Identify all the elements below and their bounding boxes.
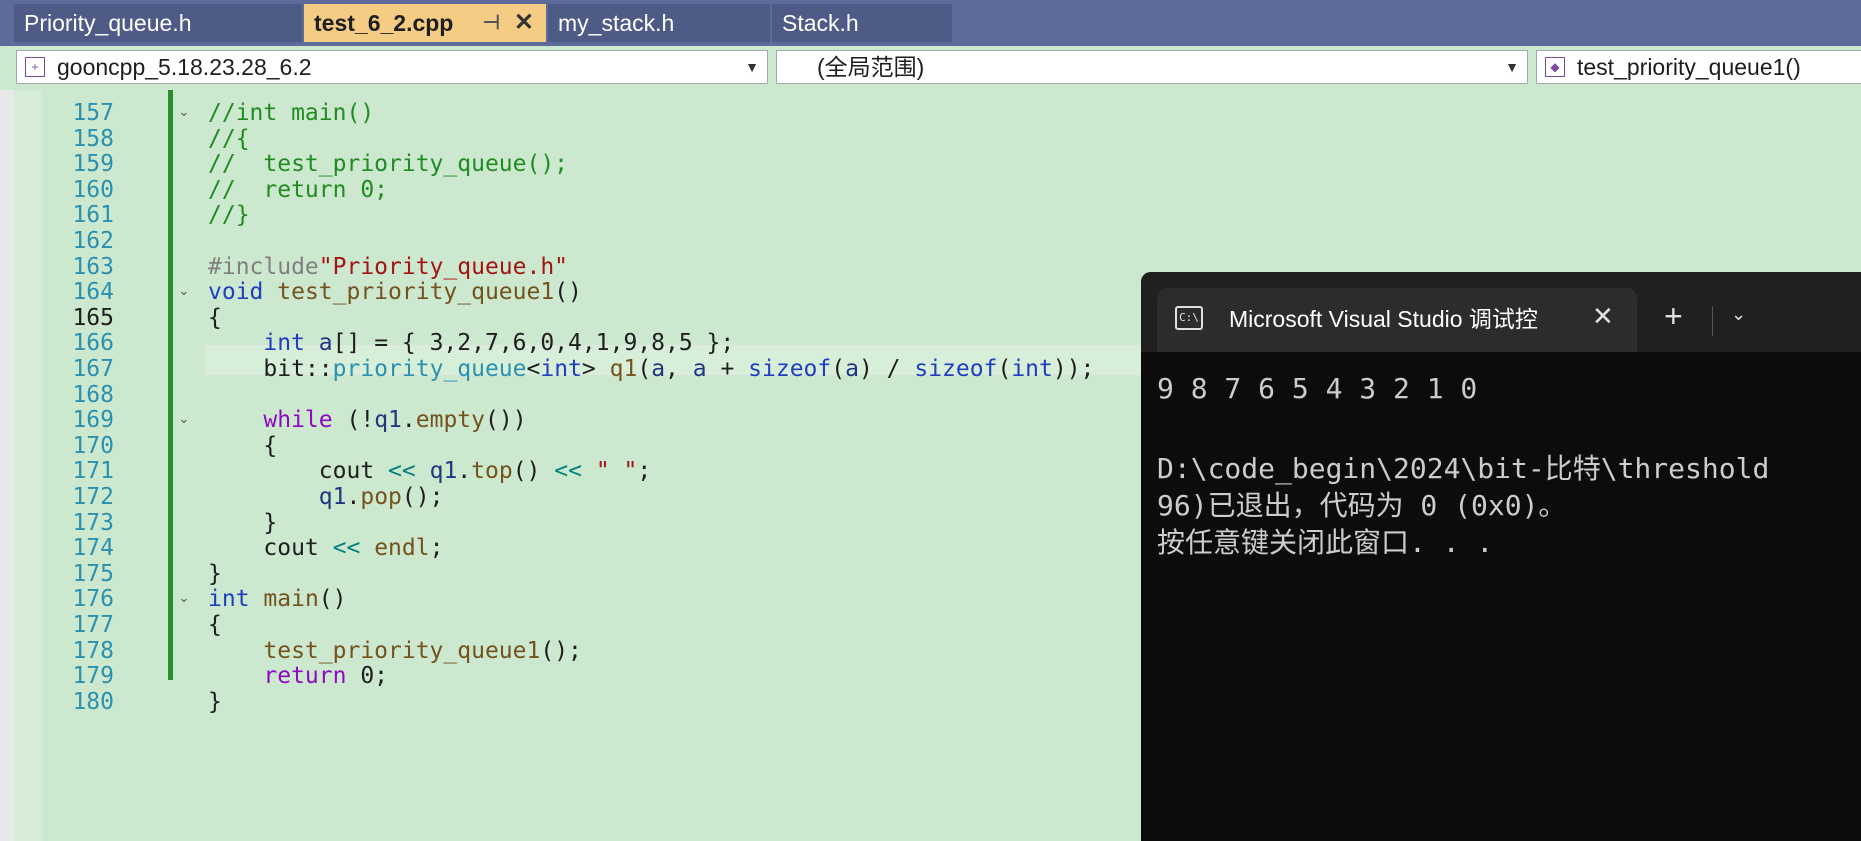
scope-name: (全局范围) <box>817 54 925 80</box>
terminal-icon: C:\ <box>1175 306 1203 330</box>
tab-label: my_stack.h <box>558 10 675 36</box>
document-tab-bar: Priority_queue.h test_6_2.cpp ⊣ ✕ my_sta… <box>0 0 1861 46</box>
function-name: test_priority_queue1() <box>1577 54 1801 80</box>
tab-test-6-2-cpp[interactable]: test_6_2.cpp ⊣ ✕ <box>304 4 546 42</box>
console-tab[interactable]: C:\ Microsoft Visual Studio 调试控 ✕ <box>1157 288 1637 352</box>
fold-toggle-icon[interactable]: ⌄ <box>177 106 191 120</box>
close-icon[interactable]: ✕ <box>514 4 534 42</box>
chevron-down-icon: ▼ <box>1505 59 1519 75</box>
tab-stack-h[interactable]: Stack.h <box>772 4 952 42</box>
console-title-bar: C:\ Microsoft Visual Studio 调试控 ✕ + ⌄ <box>1141 272 1861 352</box>
pin-icon[interactable]: ⊣ <box>483 4 500 42</box>
fold-toggle-icon[interactable]: ⌄ <box>177 592 191 606</box>
console-output-line: 96)已退出，代码为 0 (0x0)。 <box>1157 489 1567 522</box>
tab-label: Priority_queue.h <box>24 10 192 36</box>
tab-priority-queue-h[interactable]: Priority_queue.h <box>14 4 302 42</box>
close-icon[interactable]: ✕ <box>1592 302 1614 332</box>
scope-dropdown[interactable]: (全局范围) ▼ <box>776 50 1528 84</box>
console-title: Microsoft Visual Studio 调试控 <box>1229 306 1538 332</box>
tab-label: test_6_2.cpp <box>314 10 454 36</box>
project-icon: + <box>25 57 45 77</box>
fold-toggle-icon[interactable]: ⌄ <box>177 413 191 427</box>
function-dropdown[interactable]: ◆ test_priority_queue1() <box>1536 50 1861 84</box>
debug-console-window[interactable]: C:\ Microsoft Visual Studio 调试控 ✕ + ⌄ 9 … <box>1141 272 1861 841</box>
line-number: 180 <box>72 688 114 715</box>
tab-my-stack-h[interactable]: my_stack.h <box>548 4 770 42</box>
navigation-bar: + gooncpp_5.18.23.28_6.2 ▼ (全局范围) ▼ ◆ te… <box>0 46 1861 90</box>
divider <box>1712 306 1713 336</box>
cube-icon: ◆ <box>1545 57 1565 77</box>
console-output-line: 按任意键关闭此窗口. . . <box>1157 526 1494 559</box>
project-dropdown[interactable]: + gooncpp_5.18.23.28_6.2 ▼ <box>16 50 768 84</box>
tab-label: Stack.h <box>782 10 859 36</box>
console-output-line: D:\code_begin\2024\bit-比特\threshold <box>1157 452 1770 485</box>
new-tab-button[interactable]: + <box>1664 300 1683 332</box>
fold-toggle-icon[interactable]: ⌄ <box>177 285 191 299</box>
console-output-line: 9 8 7 6 5 4 3 2 1 0 <box>1157 372 1478 405</box>
code-text: } <box>208 688 222 715</box>
project-name: gooncpp_5.18.23.28_6.2 <box>57 54 312 80</box>
chevron-down-icon: ▼ <box>745 59 759 75</box>
chevron-down-icon[interactable]: ⌄ <box>1731 304 1746 325</box>
